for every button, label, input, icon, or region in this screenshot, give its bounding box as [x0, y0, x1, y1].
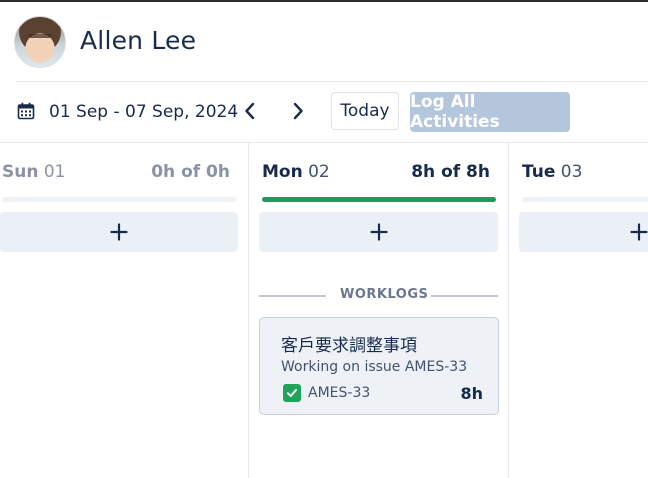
previous-week-button[interactable] — [239, 100, 261, 122]
calendar-icon[interactable] — [17, 102, 35, 120]
day-progress-bar — [262, 197, 496, 202]
worklogs-heading: WORKLOGS — [340, 287, 429, 302]
day-hours: 8h of 8h — [411, 162, 490, 182]
log-all-activities-button[interactable]: Log All Activities — [410, 92, 570, 132]
plus-icon — [629, 223, 648, 241]
chevron-right-icon — [293, 102, 303, 120]
day-progress-bar — [2, 197, 236, 202]
worklog-card[interactable]: 客戶要求調整事項 Working on issue AMES-33 AMES-3… — [259, 317, 499, 415]
add-worklog-button[interactable] — [0, 212, 238, 252]
user-header: Allen Lee — [0, 2, 648, 81]
worklog-hours: 8h — [460, 384, 483, 403]
day-progress-fill — [262, 197, 496, 202]
worklog-title: 客戶要求調整事項 — [281, 336, 417, 356]
day-column-sun: Sun 01 0h of 0h — [0, 142, 248, 478]
add-worklog-button[interactable] — [259, 212, 498, 252]
day-header: Sun 01 — [2, 162, 66, 182]
day-progress-bar — [522, 197, 648, 202]
story-checkbox-icon — [283, 384, 301, 402]
worklog-issue-key[interactable]: AMES-33 — [308, 385, 370, 401]
day-hours: 0h of 0h — [151, 162, 230, 182]
user-name: Allen Lee — [80, 26, 197, 55]
date-toolbar: 01 Sep - 07 Sep, 2024 Today Log All Acti… — [0, 82, 648, 142]
worklogs-separator: WORKLOGS — [259, 287, 498, 303]
next-week-button[interactable] — [287, 100, 309, 122]
today-button[interactable]: Today — [331, 92, 399, 130]
date-range-label[interactable]: 01 Sep - 07 Sep, 2024 — [49, 102, 238, 122]
plus-icon — [369, 223, 388, 241]
plus-icon — [110, 223, 128, 241]
day-header: Mon 02 — [262, 162, 330, 182]
chevron-left-icon — [245, 102, 255, 120]
day-column-mon: Mon 02 8h of 8h WORKLOGS 客戶要求調整事項 Workin… — [249, 142, 508, 478]
add-worklog-button[interactable] — [519, 212, 648, 252]
day-column-tue: Tue 03 — [509, 142, 648, 478]
day-header: Tue 03 — [522, 162, 583, 182]
avatar — [14, 16, 66, 68]
worklog-description: Working on issue AMES-33 — [281, 359, 468, 375]
